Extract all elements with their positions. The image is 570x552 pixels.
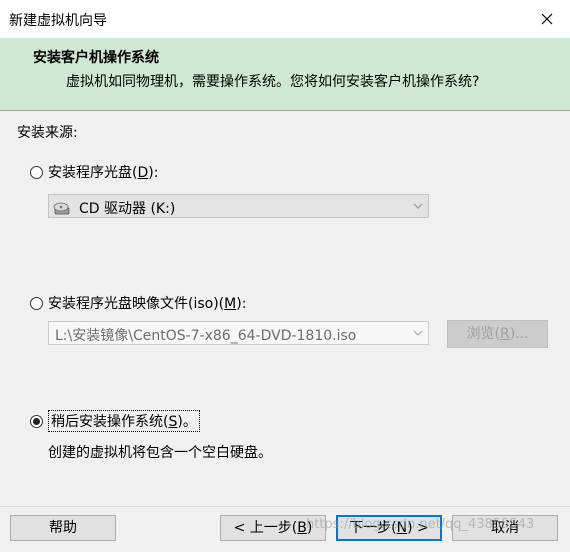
header-title: 安装客户机操作系统: [33, 50, 159, 66]
cd-drive-icon: [53, 202, 70, 215]
radio-installer-disc[interactable]: 安装程序光盘(D):: [30, 162, 158, 182]
close-button[interactable]: [524, 0, 570, 38]
radio-install-later[interactable]: 稍后安装操作系统(S)。: [30, 410, 200, 432]
radio-installer-disc-label: 安装程序光盘(D):: [48, 165, 159, 181]
radio-button-selected[interactable]: [30, 414, 43, 428]
radio-button[interactable]: [30, 296, 43, 310]
chevron-down-icon: [413, 203, 423, 209]
back-button[interactable]: < 上一步(B): [220, 515, 326, 541]
help-button[interactable]: 帮助: [10, 515, 116, 541]
title-bar: 新建虚拟机向导: [0, 0, 570, 38]
radio-iso-image-label: 安装程序光盘映像文件(iso)(M):: [48, 296, 247, 312]
close-icon: [541, 13, 553, 25]
wizard-footer: 帮助 < 上一步(B) 下一步(N) > 取消: [0, 506, 570, 552]
browse-button[interactable]: 浏览(R)...: [447, 320, 548, 348]
cd-drive-select[interactable]: CD 驱动器 (K:): [48, 194, 429, 218]
radio-button[interactable]: [30, 165, 43, 179]
wizard-header: 安装客户机操作系统 虚拟机如同物理机，需要操作系统。您将如何安装客户机操作系统?: [0, 38, 570, 111]
radio-iso-image[interactable]: 安装程序光盘映像文件(iso)(M):: [30, 293, 246, 313]
iso-path-select[interactable]: L:\安装镜像\CentOS-7-x86_64-DVD-1810.iso: [48, 321, 429, 345]
cd-drive-value: CD 驱动器 (K:): [79, 201, 176, 217]
header-subtitle: 虚拟机如同物理机，需要操作系统。您将如何安装客户机操作系统?: [66, 74, 480, 90]
install-later-description: 创建的虚拟机将包含一个空白硬盘。: [48, 445, 272, 461]
next-button[interactable]: 下一步(N) >: [336, 515, 442, 541]
window-title: 新建虚拟机向导: [9, 13, 107, 29]
wizard-content: 安装来源: 安装程序光盘(D): CD 驱动器 (K:) 安装程序光盘映像文件(…: [0, 111, 570, 506]
install-source-label: 安装来源:: [17, 125, 78, 141]
iso-path-value: L:\安装镜像\CentOS-7-x86_64-DVD-1810.iso: [55, 328, 357, 344]
radio-install-later-label: 稍后安装操作系统(S)。: [48, 410, 200, 432]
chevron-down-icon: [413, 330, 423, 336]
cancel-button[interactable]: 取消: [452, 515, 558, 541]
